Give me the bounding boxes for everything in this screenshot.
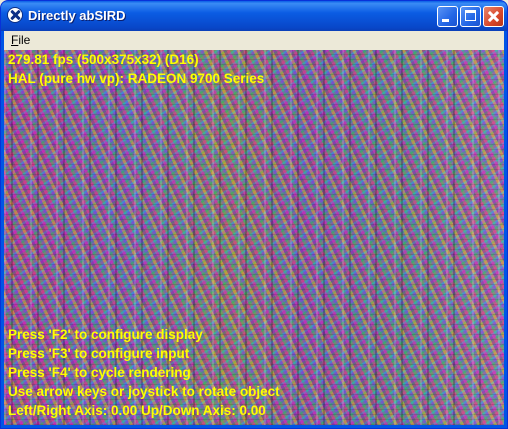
device-info: HAL (pure hw vp): RADEON 9700 Series (8, 71, 265, 86)
close-button[interactable] (483, 6, 504, 27)
menu-file[interactable]: File (8, 33, 33, 47)
maximize-button[interactable] (460, 6, 481, 27)
app-icon[interactable] (7, 7, 23, 23)
window-title: Directly abSIRD (28, 8, 126, 23)
help-line-f3: Press 'F3' to configure input (8, 346, 190, 361)
render-viewport[interactable]: 279.81 fps (500x375x32) (D16) HAL (pure … (4, 50, 504, 425)
maximize-icon (465, 10, 476, 21)
app-window: Directly abSIRD File 279.81 fps (500x375… (0, 0, 508, 429)
help-line-f2: Press 'F2' to configure display (8, 327, 203, 342)
help-line-rotate: Use arrow keys or joystick to rotate obj… (8, 384, 280, 399)
minimize-button[interactable] (437, 6, 458, 27)
axis-readout: Left/Right Axis: 0.00 Up/Down Axis: 0.00 (8, 403, 266, 418)
minimize-icon (442, 19, 449, 22)
fps-readout: 279.81 fps (500x375x32) (D16) (8, 52, 199, 67)
menu-bar: File (4, 31, 504, 50)
title-bar[interactable]: Directly abSIRD (1, 1, 507, 31)
help-line-f4: Press 'F4' to cycle rendering (8, 365, 191, 380)
